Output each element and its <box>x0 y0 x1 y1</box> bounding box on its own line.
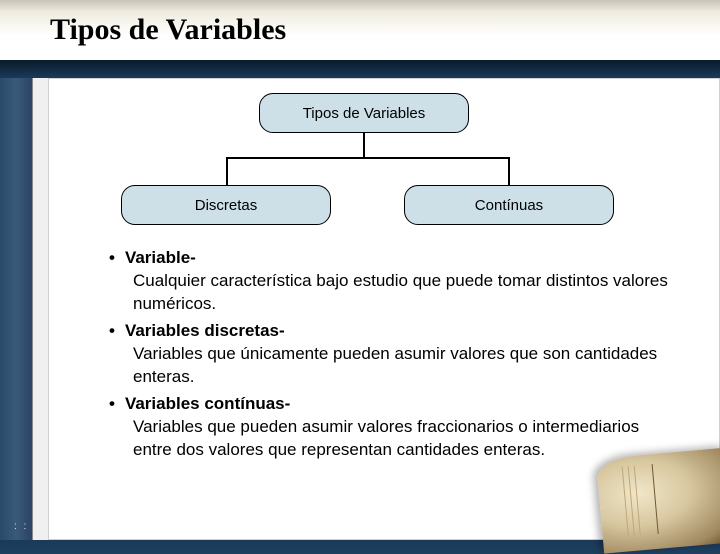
list-item: Variable- Cualquier característica bajo … <box>109 247 669 316</box>
header-strip <box>0 60 720 78</box>
content-area: Tipos de Variables Discretas Contínuas V… <box>48 78 720 540</box>
hierarchy-chart: Tipos de Variables Discretas Contínuas <box>49 79 719 239</box>
definitions-list: Variable- Cualquier característica bajo … <box>49 239 719 461</box>
left-decor-light <box>32 78 48 540</box>
title-bar: Tipos de Variables <box>0 0 720 60</box>
definition: Variables que únicamente pueden asumir v… <box>109 343 669 389</box>
list-item: Variables contínuas- Variables que puede… <box>109 393 669 462</box>
decor-dots: : : <box>14 521 28 532</box>
left-decor-dark <box>0 78 32 540</box>
definition: Cualquier característica bajo estudio qu… <box>109 270 669 316</box>
book-decoration <box>596 448 720 554</box>
list-item: Variables discretas- Variables que única… <box>109 320 669 389</box>
definition: Variables que pueden asumir valores frac… <box>109 416 669 462</box>
term: Variable- <box>109 247 669 270</box>
chart-node-root: Tipos de Variables <box>259 93 469 133</box>
term: Variables discretas- <box>109 320 669 343</box>
connector <box>226 157 228 185</box>
chart-node-continuas: Contínuas <box>404 185 614 225</box>
connector <box>226 157 509 159</box>
term: Variables contínuas- <box>109 393 669 416</box>
page-title: Tipos de Variables <box>50 13 286 47</box>
connector <box>508 157 510 185</box>
chart-node-discretas: Discretas <box>121 185 331 225</box>
connector <box>363 133 365 157</box>
